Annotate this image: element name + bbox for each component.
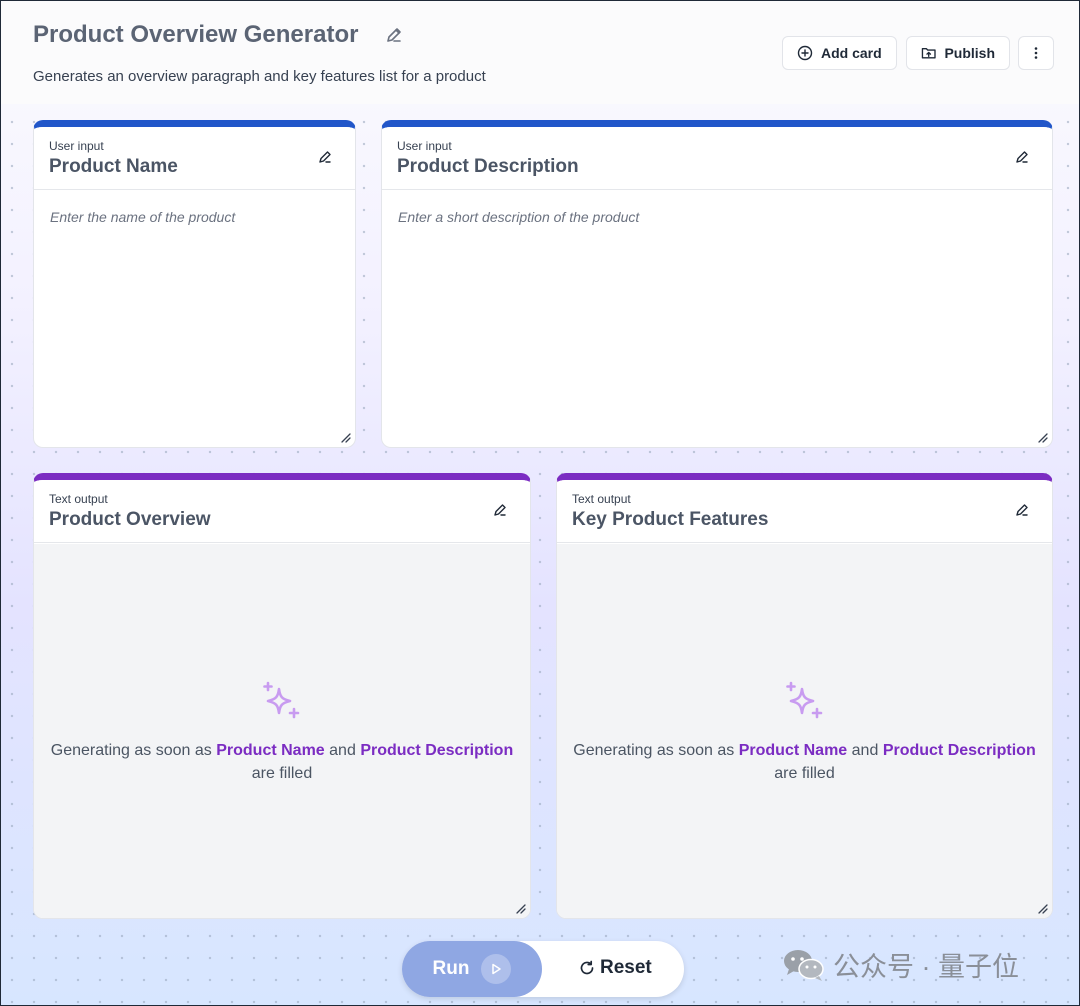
card-title: Product Overview [49,509,211,530]
plus-circle-icon [797,45,813,61]
add-card-button[interactable]: Add card [782,36,897,70]
resize-handle-icon[interactable] [1036,902,1048,914]
gen-prefix: Generating as soon as [50,742,212,759]
dependency-product-name: Product Name [738,742,848,759]
card-product-description: User input Product Description Enter a s… [381,120,1053,448]
play-icon [481,954,512,984]
card-key-product-features: Text output Key Product Features Generat… [556,473,1053,919]
generating-message: Generating as soon as Product Name and P… [34,681,530,785]
card-product-overview: Text output Product Overview Generating … [33,473,531,919]
app-frame: Product Overview Generator Generates an … [0,0,1080,1006]
product-description-input[interactable]: Enter a short description of the product [382,191,1052,447]
product-overview-output: Generating as soon as Product Name and P… [34,544,530,918]
publish-label: Publish [944,45,995,61]
reset-label: Reset [600,957,652,978]
dependency-product-name: Product Name [216,742,325,759]
key-product-features-output: Generating as soon as Product Name and P… [557,544,1052,918]
card-type-label: User input [397,139,452,153]
pencil-icon[interactable] [384,25,404,45]
pencil-icon[interactable] [1014,149,1030,165]
gen-suffix: are filled [774,765,835,782]
gen-prefix: Generating as soon as [573,742,735,759]
card-title: Key Product Features [572,509,769,530]
card-type-label: Text output [572,492,631,506]
more-vertical-icon [1034,47,1038,59]
header: Product Overview Generator Generates an … [1,1,1079,104]
card-header: User input Product Description [382,127,1052,190]
gen-and: and [329,742,356,759]
folder-upload-icon [921,47,936,59]
card-header: Text output Key Product Features [557,480,1052,543]
pencil-icon[interactable] [317,149,333,165]
run-button[interactable]: Run [402,941,542,997]
run-controls: Run Reset [402,941,684,997]
card-product-name: User input Product Name Enter the name o… [33,120,356,448]
card-type-label: Text output [49,492,108,506]
pencil-icon[interactable] [492,502,508,518]
run-label: Run [432,958,470,979]
input-placeholder: Enter the name of the product [50,209,236,225]
dependency-product-description: Product Description [882,742,1036,759]
product-name-input[interactable]: Enter the name of the product [34,191,355,447]
refresh-icon [580,960,594,975]
dependency-product-description: Product Description [360,742,514,759]
card-header: Text output Product Overview [34,480,530,543]
resize-handle-icon[interactable] [339,431,351,443]
page-subtitle: Generates an overview paragraph and key … [33,68,486,85]
resize-handle-icon[interactable] [514,902,526,914]
gen-and: and [851,742,879,759]
input-placeholder: Enter a short description of the product [398,209,640,225]
sparkle-icon [263,681,300,719]
sparkle-icon [785,681,822,719]
card-title: Product Name [49,156,178,177]
reset-button[interactable]: Reset [578,957,652,979]
pencil-icon[interactable] [1014,502,1030,518]
watermark: 公众号 · 量子位 [783,945,1019,984]
resize-handle-icon[interactable] [1036,431,1048,443]
generating-message: Generating as soon as Product Name and P… [557,681,1052,785]
gen-suffix: are filled [251,765,313,782]
add-card-label: Add card [821,45,882,61]
more-options-button[interactable] [1018,36,1054,70]
page-title: Product Overview Generator [33,21,359,48]
wechat-icon [784,949,824,981]
card-title: Product Description [397,156,579,177]
watermark-text: 公众号 · 量子位 [833,952,1019,982]
card-type-label: User input [49,139,104,153]
publish-button[interactable]: Publish [906,36,1010,70]
card-header: User input Product Name [34,127,355,190]
